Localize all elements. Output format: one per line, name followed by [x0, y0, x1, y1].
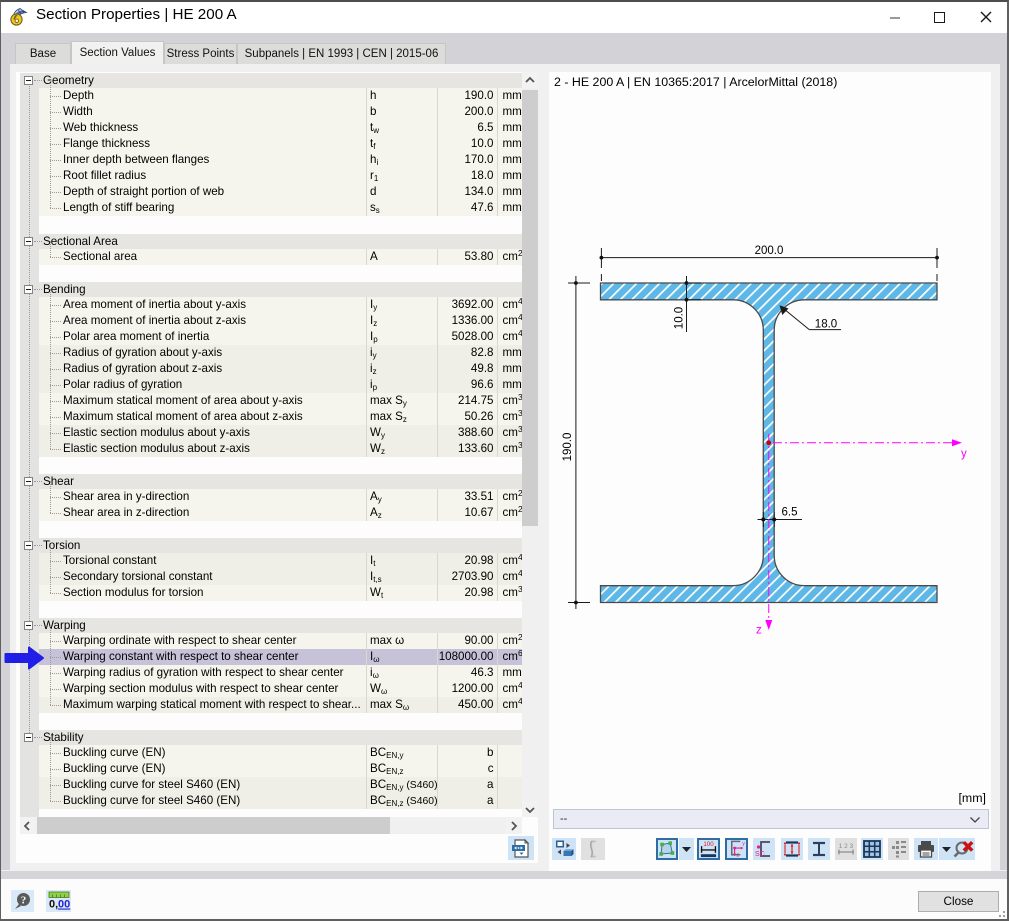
- svg-text:200.0: 200.0: [755, 245, 784, 257]
- svg-text:1 2 3: 1 2 3: [839, 843, 854, 850]
- svg-text:SC: SC: [755, 851, 765, 858]
- svg-text:100: 100: [703, 841, 714, 848]
- svg-text:10.0: 10.0: [674, 307, 686, 329]
- svg-text:y: y: [742, 841, 745, 847]
- svg-text:[mm]: [mm]: [958, 791, 986, 805]
- svg-text:6.5: 6.5: [782, 507, 798, 519]
- svg-text:18.0: 18.0: [815, 319, 837, 331]
- svg-text:00: 00: [58, 899, 70, 911]
- svg-text:?: ?: [20, 895, 26, 907]
- svg-text:z: z: [756, 625, 762, 637]
- svg-text:y: y: [961, 448, 967, 460]
- svg-text:2 - HE 200 A | EN 10365:2017 |: 2 - HE 200 A | EN 10365:2017 | ArcelorMi…: [554, 75, 837, 89]
- svg-text:z: z: [737, 853, 740, 859]
- svg-text:190.0: 190.0: [562, 433, 574, 462]
- svg-text:0,: 0,: [49, 899, 58, 911]
